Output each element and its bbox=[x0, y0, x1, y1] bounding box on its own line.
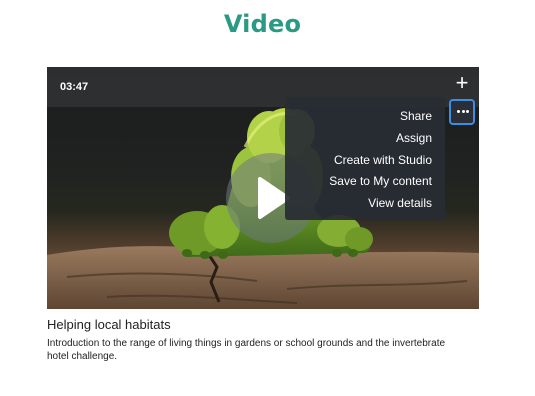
video-title[interactable]: Helping local habitats bbox=[47, 317, 171, 332]
video-thumbnail[interactable]: 03:47 + Share Assign Create with Studio … bbox=[47, 67, 479, 309]
video-card: 03:47 + Share Assign Create with Studio … bbox=[47, 67, 479, 362]
plus-icon[interactable]: + bbox=[453, 72, 471, 94]
menu-item-view-details[interactable]: View details bbox=[368, 196, 432, 210]
video-duration: 03:47 bbox=[60, 81, 89, 93]
more-options-button[interactable] bbox=[449, 99, 475, 125]
page-title: Video bbox=[223, 10, 302, 38]
ellipsis-icon bbox=[457, 110, 460, 113]
more-options-menu: Share Assign Create with Studio Save to … bbox=[285, 97, 445, 220]
menu-item-create-with-studio[interactable]: Create with Studio bbox=[334, 153, 432, 167]
menu-item-save-to-my-content[interactable]: Save to My content bbox=[329, 174, 432, 188]
menu-item-assign[interactable]: Assign bbox=[396, 131, 432, 145]
menu-item-share[interactable]: Share bbox=[400, 109, 432, 123]
video-description: Introduction to the range of living thin… bbox=[47, 338, 446, 362]
